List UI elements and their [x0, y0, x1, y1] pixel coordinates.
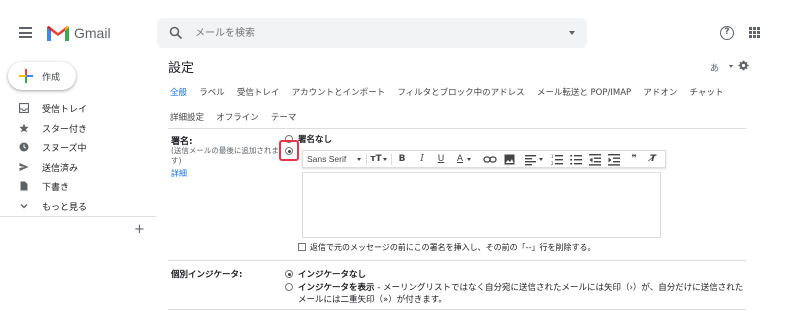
apps-grid-icon[interactable]: [749, 27, 760, 38]
sidebar-item-label: スヌーズ中: [42, 144, 87, 154]
toolbar-separator: [391, 154, 392, 165]
color-caret-icon[interactable]: [467, 158, 471, 161]
numbered-list-icon[interactable]: 1 2: [551, 153, 563, 166]
menu-icon[interactable]: [19, 27, 32, 38]
search-input[interactable]: [195, 24, 555, 42]
font-caret-icon[interactable]: [357, 158, 361, 161]
settings-tabs: 全般 ラベル 受信トレイ アカウントとインポート フィルタとブロック中のアドレス…: [170, 86, 732, 100]
search-bar[interactable]: [157, 18, 587, 48]
underline-icon[interactable]: U: [436, 153, 446, 166]
sidebar-item-starred[interactable]: スター付き: [0, 119, 150, 139]
clock-icon: [19, 142, 29, 152]
top-bar: Gmail ?: [0, 0, 800, 64]
tab-themes[interactable]: テーマ: [271, 111, 297, 123]
tab-filters[interactable]: フィルタとブロック中のアドレス: [397, 86, 524, 98]
page-title: 設定: [168, 61, 195, 76]
star-icon: [19, 123, 29, 132]
inbox-icon: [19, 103, 29, 113]
send-icon: [19, 162, 29, 171]
chevron-down-icon: [20, 203, 28, 208]
sidebar-item-label: もっと見る: [42, 202, 88, 213]
indicator-show-description: メールには二重矢印（»）が付きます。: [298, 295, 447, 305]
gmail-logo-icon[interactable]: [45, 23, 71, 43]
section-divider: [168, 260, 746, 261]
toolbar-separator: [366, 154, 367, 165]
link-icon[interactable]: [483, 153, 497, 166]
bulleted-list-icon[interactable]: [570, 153, 582, 166]
app-name: Gmail: [74, 25, 111, 41]
settings-tabs-row2: 詳細設定 オフライン テーマ: [170, 111, 305, 125]
signature-before-quote-checkbox[interactable]: [298, 243, 306, 251]
sidebar-nav: 受信トレイ スター付き スヌーズ中 送信済み 下書き もっと見る: [0, 99, 150, 216]
highlight-box: [279, 140, 299, 161]
plus-icon: [19, 69, 33, 83]
tab-advanced[interactable]: 詳細設定: [170, 111, 204, 123]
sidebar-item-more[interactable]: もっと見る: [0, 197, 150, 217]
align-icon[interactable]: [525, 153, 537, 166]
tab-accounts[interactable]: アカウントとインポート: [292, 86, 386, 98]
italic-icon[interactable]: I: [417, 153, 427, 166]
sidebar-item-label: 送信済み: [42, 163, 79, 174]
compose-button[interactable]: 作成: [8, 62, 76, 90]
input-tools-caret-icon[interactable]: [729, 65, 733, 68]
text-color-icon[interactable]: A: [455, 153, 465, 166]
add-label-button[interactable]: +: [134, 222, 145, 237]
indicator-none-label: インジケータなし: [298, 270, 367, 280]
svg-text:2: 2: [551, 161, 554, 166]
sidebar-item-label: スター付き: [42, 124, 88, 135]
clear-formatting-icon[interactable]: T̸: [647, 153, 659, 166]
file-icon: [20, 181, 28, 191]
sidebar-item-label: 受信トレイ: [42, 105, 88, 115]
bold-icon[interactable]: B: [397, 153, 407, 166]
size-caret-icon[interactable]: [383, 158, 387, 161]
input-tools-button[interactable]: あ: [710, 61, 719, 74]
quote-icon[interactable]: ❞: [628, 153, 640, 166]
sidebar-divider: [0, 216, 156, 217]
tab-offline[interactable]: オフライン: [216, 111, 259, 123]
sidebar-item-label: 下書き: [42, 183, 70, 193]
signature-detail-link[interactable]: 詳細: [171, 168, 187, 179]
tab-forwarding[interactable]: メール転送と POP/IMAP: [537, 86, 631, 98]
sidebar-item-inbox[interactable]: 受信トレイ: [0, 99, 150, 119]
signature-before-quote-label: 返信で元のメッセージの前にこの署名を挿入し、その前の「--」行を削除する。: [310, 243, 596, 252]
help-icon[interactable]: ?: [720, 26, 734, 40]
svg-text:1: 1: [551, 154, 554, 159]
align-caret-icon[interactable]: [539, 158, 543, 161]
tab-inbox[interactable]: 受信トレイ: [237, 86, 280, 98]
indicator-none-radio[interactable]: [285, 270, 293, 278]
image-icon[interactable]: [504, 153, 515, 166]
indicator-label: 個別インジケータ:: [171, 270, 243, 280]
tabs-divider: [168, 128, 746, 129]
tab-addons[interactable]: アドオン: [643, 86, 677, 98]
sidebar-item-drafts[interactable]: 下書き: [0, 177, 150, 197]
sidebar-item-sent[interactable]: 送信済み: [0, 158, 150, 178]
compose-label: 作成: [42, 73, 61, 83]
gear-icon[interactable]: [738, 60, 749, 71]
indicator-show-radio[interactable]: [285, 283, 293, 291]
search-icon[interactable]: [169, 26, 183, 40]
sidebar-item-snoozed[interactable]: スヌーズ中: [0, 138, 150, 158]
tab-general[interactable]: 全般: [170, 86, 187, 98]
tab-chat[interactable]: チャット: [690, 86, 724, 98]
signature-editor-toolbar: Sans Serif тT B I U A 1 2 ❞ T̸: [302, 150, 666, 168]
signature-description: (送信メールの最後に追加されます): [171, 146, 279, 165]
font-size-icon[interactable]: тT: [369, 153, 383, 166]
signature-editor[interactable]: [302, 172, 661, 238]
indicator-show-label: インジケータを表示 - メーリングリストではなく自分宛に送信されたメールには矢印…: [298, 283, 744, 293]
indent-less-icon[interactable]: [589, 153, 601, 166]
search-options-caret-icon[interactable]: [569, 31, 575, 35]
indent-more-icon[interactable]: [608, 153, 620, 166]
bottom-divider: [168, 309, 746, 310]
signature-none-label: 署名なし: [298, 135, 333, 145]
tab-labels[interactable]: ラベル: [199, 86, 225, 98]
